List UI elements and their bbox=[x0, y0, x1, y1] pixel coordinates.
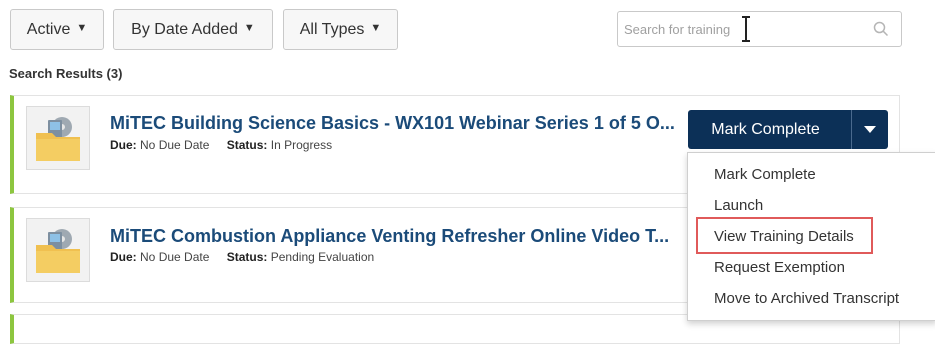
menu-item-move-to-archived-transcript[interactable]: Move to Archived Transcript bbox=[714, 290, 899, 307]
due-label: Due: bbox=[110, 250, 137, 264]
type-filter-label: All Types bbox=[299, 20, 365, 38]
mark-complete-button[interactable]: Mark Complete bbox=[688, 121, 851, 139]
status-value: Pending Evaluation bbox=[270, 250, 375, 264]
status-filter-dropdown[interactable]: Active ▼ bbox=[10, 9, 104, 50]
status-label: Status: bbox=[226, 250, 268, 264]
folder-media-icon bbox=[36, 229, 80, 273]
search-results-heading: Search Results (3) bbox=[9, 66, 123, 81]
due-value: No Due Date bbox=[140, 250, 210, 264]
search-icon[interactable] bbox=[873, 21, 889, 42]
search-box bbox=[617, 11, 902, 47]
status-filter-label: Active bbox=[26, 20, 71, 38]
menu-item-mark-complete[interactable]: Mark Complete bbox=[714, 166, 816, 183]
training-meta: Due: No Due Date Status: In Progress bbox=[110, 138, 332, 152]
training-title[interactable]: MiTEC Combustion Appliance Venting Refre… bbox=[110, 226, 669, 247]
due-value: No Due Date bbox=[140, 138, 210, 152]
actions-dropdown-toggle[interactable] bbox=[852, 110, 888, 149]
due-label: Due: bbox=[110, 138, 137, 152]
sort-filter-label: By Date Added bbox=[131, 20, 238, 38]
menu-item-request-exemption[interactable]: Request Exemption bbox=[714, 259, 845, 276]
caret-down-icon: ▼ bbox=[76, 21, 88, 34]
folder-media-icon bbox=[36, 117, 80, 161]
menu-item-launch[interactable]: Launch bbox=[714, 197, 763, 214]
sort-filter-dropdown[interactable]: By Date Added ▼ bbox=[113, 9, 273, 50]
mark-complete-split-button: Mark Complete bbox=[688, 110, 888, 149]
caret-down-icon: ▼ bbox=[370, 21, 382, 34]
menu-item-view-training-details[interactable]: View Training Details bbox=[714, 228, 854, 245]
training-thumbnail[interactable] bbox=[26, 106, 90, 170]
status-label: Status: bbox=[226, 138, 268, 152]
training-meta: Due: No Due Date Status: Pending Evaluat… bbox=[110, 250, 374, 264]
actions-dropdown-menu: Mark Complete Launch View Training Detai… bbox=[687, 152, 935, 321]
training-title[interactable]: MiTEC Building Science Basics - WX101 We… bbox=[110, 113, 675, 134]
caret-down-icon: ▼ bbox=[243, 21, 255, 34]
text-cursor-icon bbox=[740, 16, 752, 47]
caret-down-icon bbox=[864, 125, 876, 133]
training-thumbnail[interactable] bbox=[26, 218, 90, 282]
status-value: In Progress bbox=[270, 138, 333, 152]
type-filter-dropdown[interactable]: All Types ▼ bbox=[283, 9, 398, 50]
